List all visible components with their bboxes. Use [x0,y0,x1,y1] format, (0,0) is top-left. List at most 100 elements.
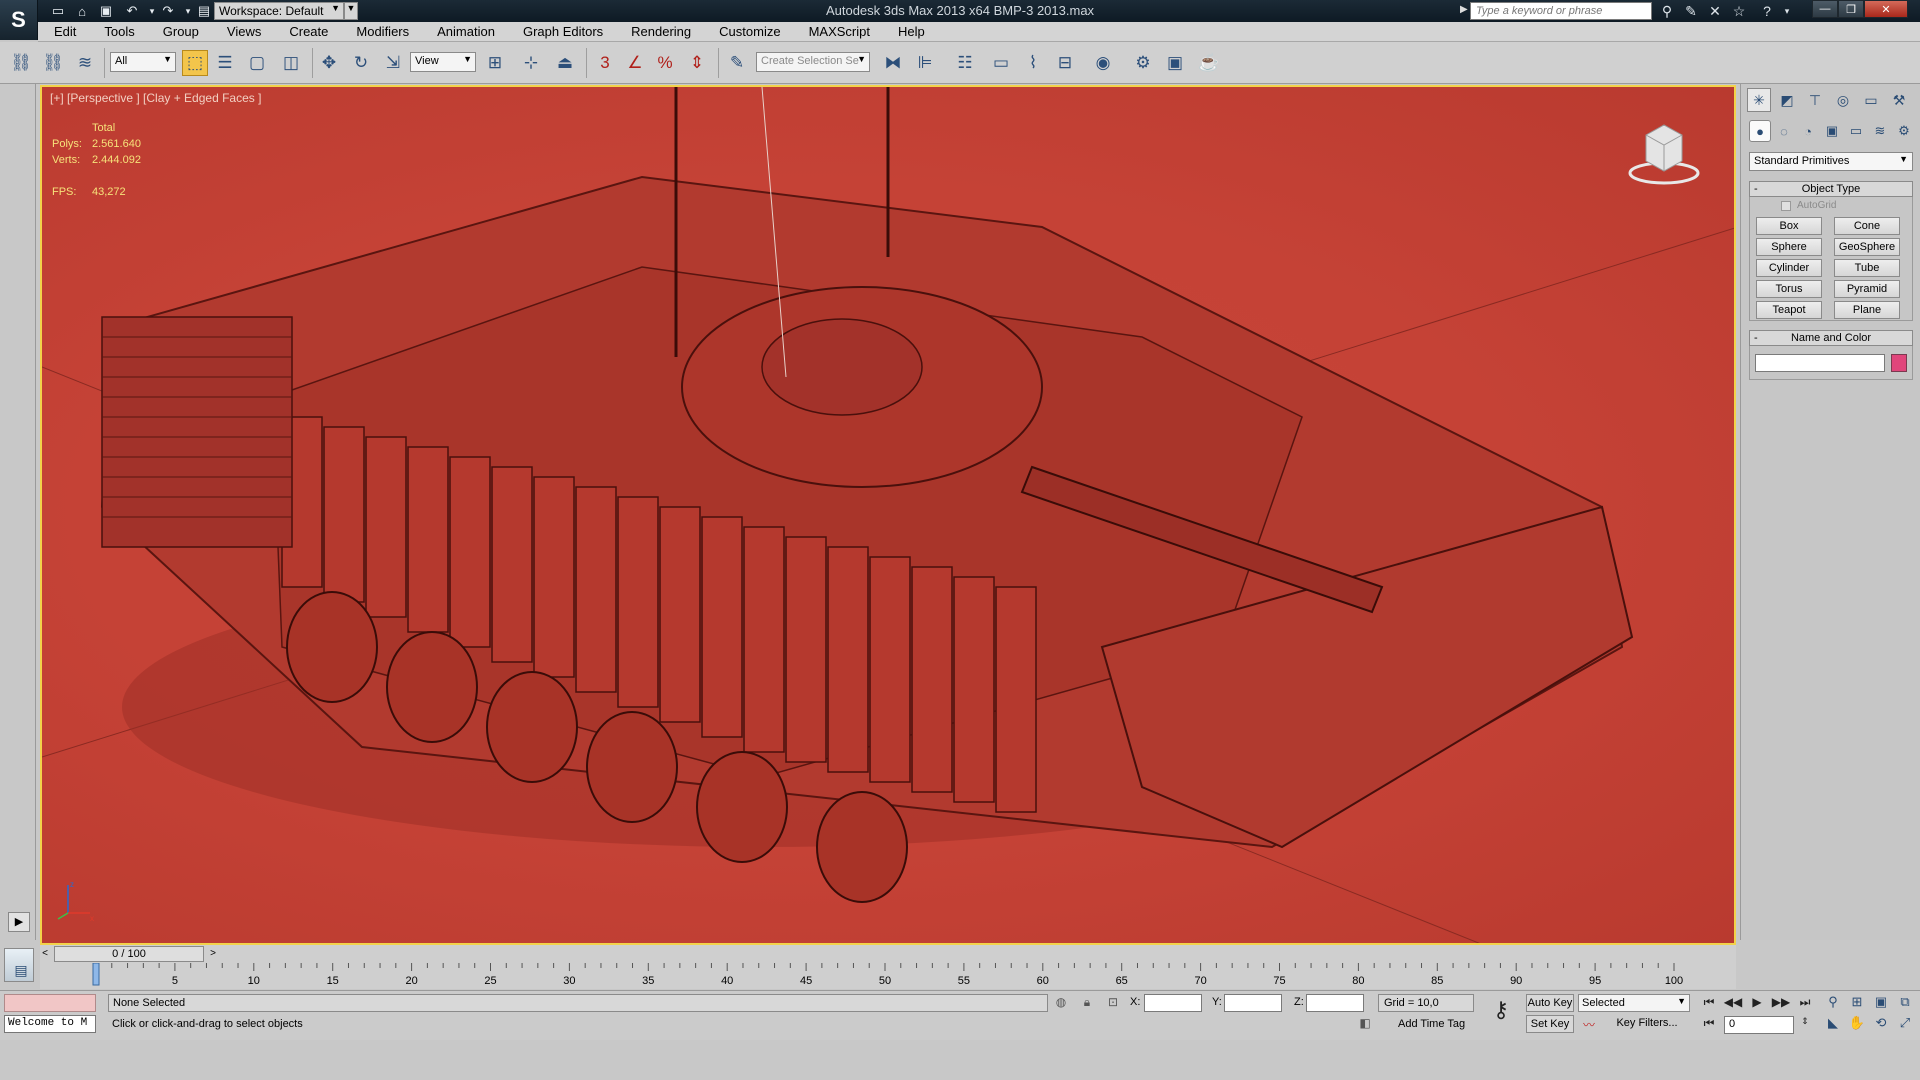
box-button[interactable]: Box [1756,217,1822,235]
bind-space-warp-icon[interactable]: ≋ [72,50,98,76]
curve-editor-icon[interactable]: ⌇ [1020,50,1046,76]
pivot-center-icon[interactable]: ⊞ [482,50,508,76]
help-dropdown-icon[interactable]: ▾ [1776,2,1798,20]
isolate-selection-icon[interactable]: ◍ [1052,995,1070,1011]
pan-view-icon[interactable]: ✋ [1846,1015,1868,1033]
layer-manager-icon[interactable]: ☷ [952,50,978,76]
maxscript-mini-listener[interactable] [4,994,96,1012]
selection-filter-dropdown[interactable]: All ▼ [110,52,176,72]
menu-create[interactable]: Create [273,24,340,39]
next-frame-arrow[interactable]: > [206,946,220,962]
zoom-icon[interactable]: ⚲ [1822,994,1844,1012]
name-color-rollout-header[interactable]: - Name and Color [1749,330,1913,346]
y-coordinate-field[interactable] [1224,994,1282,1012]
render-setup-icon[interactable]: ⚙ [1130,50,1156,76]
hierarchy-tab-icon[interactable]: ⊤ [1803,88,1827,112]
motion-tab-icon[interactable]: ◎ [1831,88,1855,112]
viewport-label[interactable]: [+] [Perspective ] [Clay + Edged Faces ] [50,91,261,105]
track-bar-toggle-icon[interactable]: ▤ [10,962,32,984]
object-category-dropdown[interactable]: Standard Primitives ▼ [1749,152,1913,171]
menu-views[interactable]: Views [211,24,273,39]
z-coordinate-field[interactable] [1306,994,1364,1012]
save-file-icon[interactable]: ▣ [96,2,116,20]
time-slider-thumb[interactable]: 0 / 100 [54,946,204,962]
key-mode-dropdown[interactable]: Selected ▼ [1578,994,1690,1012]
scene-model[interactable] [42,87,1736,945]
key-curve-icon[interactable]: 〰 [1580,1016,1598,1032]
autogrid-checkbox[interactable]: AutoGrid [1781,200,1836,211]
favorites-icon[interactable]: ☆ [1728,2,1750,20]
new-file-icon[interactable]: ▭ [48,2,68,20]
zoom-extents-icon[interactable]: ▣ [1870,994,1892,1012]
field-of-view-icon[interactable]: ◣ [1822,1015,1844,1033]
select-by-name-icon[interactable]: ☰ [212,50,238,76]
menu-group[interactable]: Group [147,24,211,39]
menu-animation[interactable]: Animation [421,24,507,39]
object-type-rollout-header[interactable]: - Object Type [1749,181,1913,197]
maxscript-listener-field[interactable]: Welcome to M [4,1015,96,1033]
percent-snap-icon[interactable]: % [652,50,678,76]
pyramid-button[interactable]: Pyramid [1834,280,1900,298]
create-tab-icon[interactable]: ✳ [1747,88,1771,112]
go-to-end-icon[interactable]: ⏭ [1794,995,1816,1013]
material-editor-icon[interactable]: ◉ [1090,50,1116,76]
select-rotate-icon[interactable]: ↻ [348,50,374,76]
expand-search-icon[interactable]: ▶ [1460,4,1468,15]
cone-button[interactable]: Cone [1834,217,1900,235]
redo-icon[interactable]: ↷ [158,2,178,20]
go-to-start-icon[interactable]: ⏮ [1698,995,1720,1013]
expand-panel-button[interactable]: ▶ [8,912,30,932]
systems-icon[interactable]: ⚙ [1893,120,1915,142]
spinner-snap-icon[interactable]: ⇕ [684,50,710,76]
object-color-swatch[interactable] [1891,354,1907,372]
orbit-icon[interactable]: ⟲ [1870,1015,1892,1033]
project-folder-icon[interactable]: ▤ [194,2,214,20]
display-tab-icon[interactable]: ▭ [1859,88,1883,112]
workspace-dropdown[interactable]: Workspace: Default ▼ [214,2,344,20]
restore-button[interactable]: ❐ [1838,0,1864,18]
shapes-icon[interactable]: ◌ [1773,120,1795,142]
x-coordinate-field[interactable] [1144,994,1202,1012]
menu-modifiers[interactable]: Modifiers [340,24,421,39]
menu-rendering[interactable]: Rendering [615,24,703,39]
object-name-field[interactable] [1755,354,1885,372]
graphite-ribbon-icon[interactable]: ▭ [988,50,1014,76]
subscription-center-icon[interactable]: ✎ [1680,2,1702,20]
lights-icon[interactable]: ◔ [1797,120,1819,142]
utilities-tab-icon[interactable]: ⚒ [1887,88,1911,112]
angle-snap-icon[interactable]: ∠ [622,50,648,76]
add-time-tag-button[interactable]: Add Time Tag [1378,1015,1474,1033]
schematic-view-icon[interactable]: ⊟ [1052,50,1078,76]
key-mode-toggle-icon[interactable]: ⏮ [1698,1016,1720,1034]
rectangular-selection-icon[interactable]: ▢ [244,50,270,76]
communication-center-icon[interactable]: ✕ [1704,2,1726,20]
render-production-icon[interactable]: ☕ [1196,50,1222,76]
sphere-button[interactable]: Sphere [1756,238,1822,256]
mirror-icon[interactable]: ⧓ [880,50,906,76]
binoculars-icon[interactable]: ⚲ [1656,2,1678,20]
open-file-icon[interactable]: ⌂ [72,2,92,20]
zoom-extents-all-icon[interactable]: ⧉ [1894,994,1916,1012]
next-key-icon[interactable]: ▶▶ [1770,995,1792,1013]
zoom-all-icon[interactable]: ⊞ [1846,994,1868,1012]
space-warps-icon[interactable]: ≋ [1869,120,1891,142]
reference-coordinate-dropdown[interactable]: View ▼ [410,52,476,72]
auto-key-button[interactable]: Auto Key [1526,994,1574,1012]
close-button[interactable]: ✕ [1864,0,1908,18]
previous-key-icon[interactable]: ◀◀ [1722,995,1744,1013]
tube-button[interactable]: Tube [1834,259,1900,277]
link-icon[interactable]: ⛓ [8,50,34,76]
helpers-icon[interactable]: ▭ [1845,120,1867,142]
customize-quick-access-button[interactable]: ▼ [344,2,358,20]
play-icon[interactable]: ▶ [1746,995,1768,1013]
app-logo-icon[interactable]: S [0,0,38,40]
teapot-button[interactable]: Teapot [1756,301,1822,319]
cameras-icon[interactable]: ▣ [1821,120,1843,142]
absolute-mode-icon[interactable]: ⊡ [1104,995,1122,1011]
current-frame-field[interactable]: 0 [1724,1016,1794,1034]
set-keys-key-icon[interactable]: ⚷ [1486,997,1516,1027]
select-manipulate-icon[interactable]: ⊹ [518,50,544,76]
snaps-toggle-icon[interactable]: 3 [592,50,618,76]
menu-edit[interactable]: Edit [38,24,88,39]
geosphere-button[interactable]: GeoSphere [1834,238,1900,256]
